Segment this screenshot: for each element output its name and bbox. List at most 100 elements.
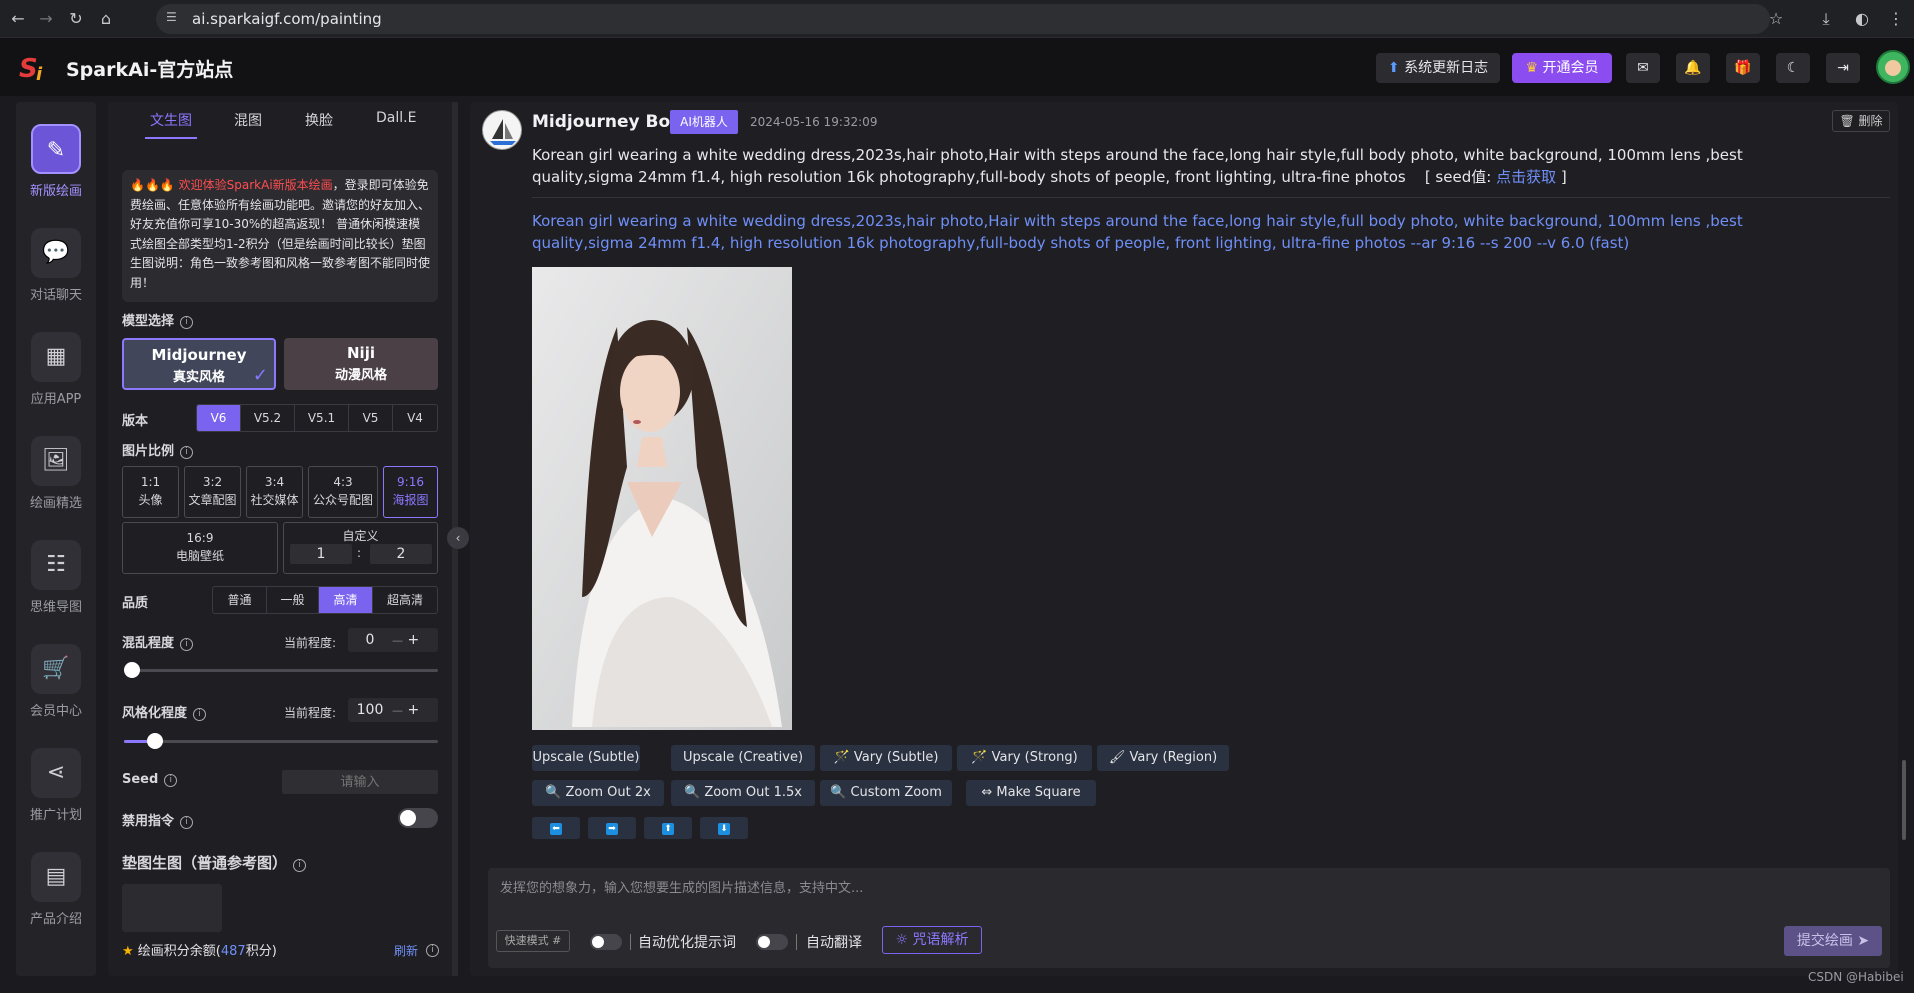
profile-icon[interactable]: ◐	[1852, 9, 1872, 29]
quality-option[interactable]: 高清	[319, 587, 373, 613]
full-prompt-text: Korean girl wearing a white wedding dres…	[532, 212, 1743, 252]
rail-item-chat[interactable]: 💬 对话聊天	[16, 228, 96, 303]
fast-mode-selector[interactable]: 快速模式 #	[496, 930, 570, 952]
back-icon[interactable]: ←	[8, 9, 28, 29]
vary-subtle-button[interactable]: 🪄 Vary (Subtle)	[820, 745, 952, 771]
ratio-1-1[interactable]: 1:1 头像	[122, 466, 179, 518]
message-time: 2024-05-16 19:32:09	[750, 115, 878, 129]
rail-item-member[interactable]: 🛒 会员中心	[16, 644, 96, 719]
rail-item-gallery[interactable]: 🖼 绘画精选	[16, 436, 96, 511]
sparkai-logo-icon[interactable]: S i	[18, 50, 54, 84]
auto-translate-toggle[interactable]	[756, 934, 788, 950]
model-midjourney[interactable]: Midjourney 真实风格 ✓	[122, 338, 276, 390]
changelog-button[interactable]: ⬆ 系统更新日志	[1376, 53, 1500, 83]
no-command-label: 禁用指令 i	[122, 810, 194, 829]
minus-icon: —	[392, 634, 403, 647]
rail-item-apps[interactable]: ▦ 应用APP	[16, 332, 96, 407]
bell-icon[interactable]: 🔔	[1676, 53, 1710, 83]
rail-item-new-painting[interactable]: ✎ 新版绘画	[16, 124, 96, 199]
download-icon[interactable]: ⤓	[1816, 9, 1836, 29]
address-bar[interactable]	[156, 4, 1770, 34]
pan-left-button[interactable]: ⬅	[532, 817, 580, 839]
pan-right-button[interactable]: ➡	[588, 817, 636, 839]
svg-text:i: i	[36, 64, 43, 84]
bookmark-star-icon[interactable]: ☆	[1766, 9, 1786, 29]
mindmap-icon: ☷	[31, 540, 81, 590]
main-scrollbar[interactable]	[1902, 760, 1906, 840]
quality-option[interactable]: 普通	[213, 587, 267, 613]
prompt-input-placeholder[interactable]: 发挥您的想象力，输入您想要生成的图片描述信息，支持中文...	[500, 877, 863, 896]
vary-region-button[interactable]: 🖌 Vary (Region)	[1097, 745, 1229, 771]
seed-input[interactable]	[282, 770, 438, 794]
rail-item-mindmap[interactable]: ☷ 思维导图	[16, 540, 96, 615]
stylize-stepper[interactable]: 100— +	[348, 698, 438, 722]
brand-title[interactable]: SparkAi-官方站点	[66, 55, 233, 82]
version-option[interactable]: V5.1	[295, 405, 349, 431]
wechat-icon[interactable]: ✉	[1626, 53, 1660, 83]
pan-up-button[interactable]: ⬆	[644, 817, 692, 839]
ratio-16-9[interactable]: 16:9 电脑壁纸	[122, 522, 278, 574]
browser-menu-icon[interactable]: ⋮	[1886, 9, 1906, 29]
check-icon: ✓	[252, 365, 268, 386]
site-settings-icon[interactable]: ☰	[166, 10, 184, 28]
chaos-stepper[interactable]: 0— +	[348, 628, 438, 652]
tab-text-to-image[interactable]: 文生图	[150, 110, 192, 130]
divider	[630, 934, 631, 950]
upscale-creative-button[interactable]: Upscale (Creative)	[671, 745, 815, 771]
prompt-parse-button[interactable]: ☼ 咒语解析	[882, 926, 982, 954]
delete-button[interactable]: 🗑 删除	[1832, 110, 1890, 132]
rail-item-promotion[interactable]: ⋖ 推广计划	[16, 748, 96, 823]
vary-strong-button[interactable]: 🪄 Vary (Strong)	[957, 745, 1092, 771]
version-option[interactable]: V5	[349, 405, 393, 431]
tab-dalle[interactable]: Dall.E	[376, 110, 416, 126]
custom-zoom-button[interactable]: 🔍 Custom Zoom	[820, 780, 952, 806]
info-icon: i	[293, 859, 307, 872]
generated-image[interactable]	[532, 267, 792, 730]
ratio-4-3[interactable]: 4:3 公众号配图	[308, 466, 378, 518]
logout-icon[interactable]: ⇥	[1826, 53, 1860, 83]
custom-height-input[interactable]: 2	[370, 544, 432, 564]
ratio-3-4[interactable]: 3:4 社交媒体	[246, 466, 303, 518]
quality-option[interactable]: 一般	[267, 587, 319, 613]
model-select-label: 模型选择 i	[122, 310, 194, 329]
ratio-3-2[interactable]: 3:2 文章配图	[184, 466, 241, 518]
model-niji[interactable]: Niji 动漫风格	[284, 338, 438, 390]
make-square-button[interactable]: ⇔ Make Square	[966, 780, 1096, 806]
auto-optimize-toggle[interactable]	[590, 934, 622, 950]
user-avatar[interactable]	[1876, 50, 1910, 84]
stylize-slider-track[interactable]	[124, 740, 438, 743]
reload-icon[interactable]: ↻	[66, 9, 86, 29]
tab-blend[interactable]: 混图	[234, 110, 262, 130]
home-icon[interactable]: ⌂	[96, 9, 116, 29]
tab-face-swap[interactable]: 换脸	[305, 110, 333, 130]
reference-image-upload[interactable]	[122, 884, 222, 932]
collapse-panel-icon[interactable]: ‹	[447, 527, 469, 549]
bot-avatar	[482, 110, 522, 150]
gift-icon[interactable]: 🎁	[1726, 53, 1760, 83]
zoom-out-1-5x-button[interactable]: 🔍 Zoom Out 1.5x	[671, 780, 815, 806]
chaos-slider-track[interactable]	[130, 669, 438, 672]
chaos-slider-knob[interactable]	[124, 662, 140, 678]
submit-painting-button[interactable]: 提交绘画 ➤	[1784, 926, 1882, 956]
rail-item-product[interactable]: ▤ 产品介绍	[16, 852, 96, 927]
ratio-9-16[interactable]: 9:16 海报图	[383, 466, 438, 518]
custom-width-input[interactable]: 1	[290, 544, 352, 564]
info-icon: i	[180, 446, 194, 459]
version-option[interactable]: V6	[197, 405, 241, 431]
no-command-toggle[interactable]	[398, 808, 438, 828]
forward-icon[interactable]: →	[36, 9, 56, 29]
star-icon: ★	[122, 944, 134, 959]
welcome-notice: 🔥🔥🔥 欢迎体验SparkAi新版本绘画，登录即可体验免费绘画、任意体验所有绘画…	[122, 170, 438, 302]
refresh-credit-link[interactable]: 刷新	[394, 942, 418, 959]
svg-text:S: S	[19, 54, 38, 84]
get-seed-link[interactable]: 点击获取	[1496, 168, 1556, 186]
moon-icon[interactable]: ☾	[1776, 53, 1810, 83]
version-option[interactable]: V5.2	[241, 405, 295, 431]
upscale-subtle-button[interactable]: Upscale (Subtle)	[532, 745, 640, 771]
quality-selector: 普通 一般 高清 超高清	[212, 586, 438, 614]
vip-button[interactable]: ♛ 开通会员	[1512, 53, 1612, 83]
zoom-out-2x-button[interactable]: 🔍 Zoom Out 2x	[532, 780, 664, 806]
pan-down-button[interactable]: ⬇	[700, 817, 748, 839]
quality-option[interactable]: 超高清	[373, 587, 437, 613]
version-option[interactable]: V4	[393, 405, 437, 431]
